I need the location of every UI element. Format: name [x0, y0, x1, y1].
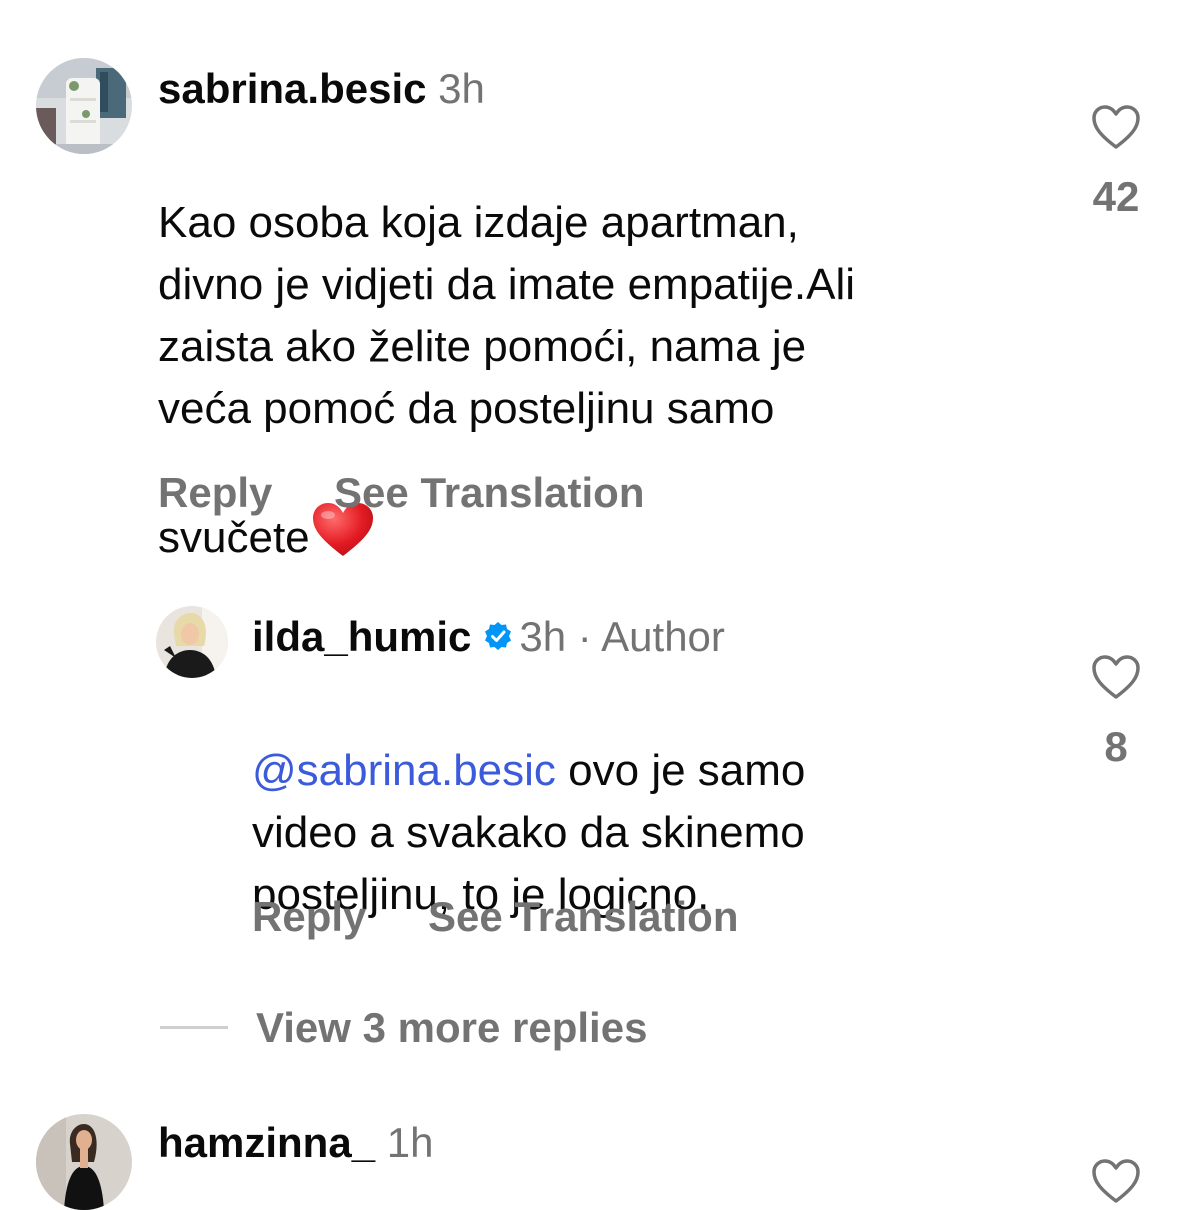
verified-badge-icon: [483, 612, 513, 662]
like-count: 8: [1104, 723, 1128, 770]
like-area: [1076, 1158, 1156, 1204]
timestamp: 1h: [386, 1119, 434, 1166]
reply-text: @sabrina.besic ovo je samo video a svaka…: [252, 678, 1052, 926]
username[interactable]: hamzinna_: [158, 1119, 375, 1166]
like-area: 42: [1076, 104, 1156, 222]
separator: ·: [577, 613, 592, 661]
username[interactable]: ilda_humic: [252, 613, 471, 660]
avatar[interactable]: [36, 1114, 132, 1210]
heart-icon[interactable]: [1076, 104, 1156, 150]
heart-icon[interactable]: [1076, 1158, 1156, 1204]
avatar[interactable]: [36, 58, 132, 154]
avatar[interactable]: [156, 606, 228, 678]
view-more-replies-button[interactable]: View 3 more replies: [160, 1000, 647, 1053]
see-translation-button[interactable]: See Translation: [428, 892, 738, 942]
heart-icon[interactable]: [1076, 654, 1156, 700]
reply-button[interactable]: Reply: [252, 892, 366, 942]
like-area: 8: [1076, 654, 1156, 772]
mention-link[interactable]: @sabrina.besic: [252, 746, 556, 795]
see-translation-button[interactable]: See Translation: [334, 468, 644, 518]
divider: [160, 1026, 228, 1030]
timestamp: 3h: [438, 65, 485, 112]
like-count: 42: [1092, 173, 1140, 220]
reply-button[interactable]: Reply: [158, 468, 272, 518]
timestamp: 3h: [519, 613, 567, 661]
view-more-replies-label: View 3 more replies: [256, 1003, 648, 1051]
author-tag: Author: [601, 613, 725, 661]
username[interactable]: sabrina.besic: [158, 65, 426, 112]
